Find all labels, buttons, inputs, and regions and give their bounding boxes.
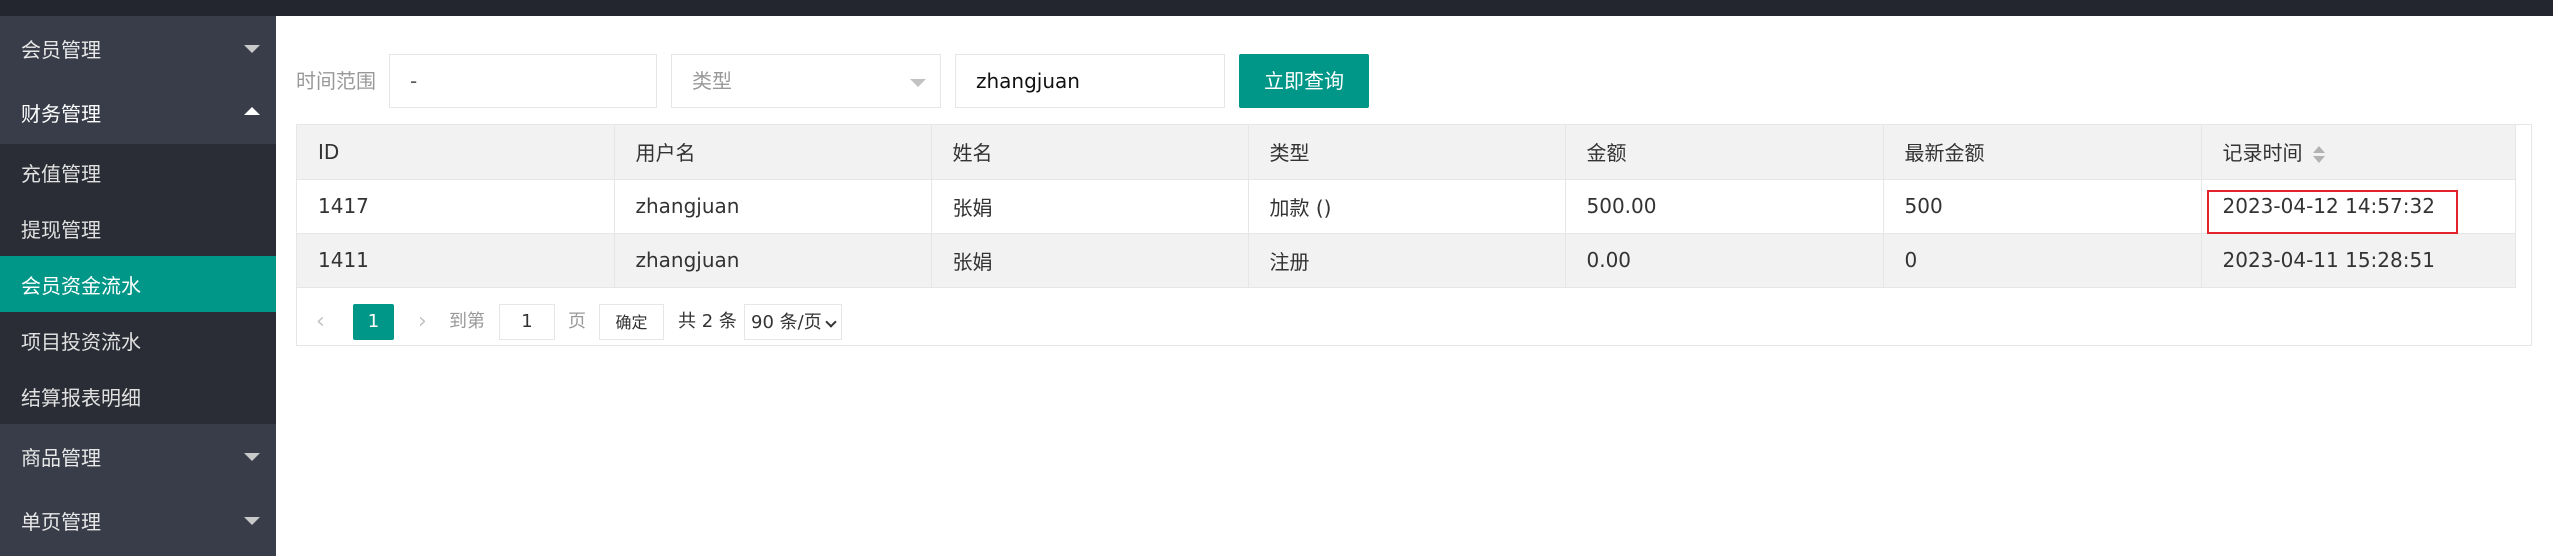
column-header-id: ID — [297, 125, 615, 180]
column-header-label: 记录时间 — [2222, 141, 2303, 166]
cell-name: 张娟 — [931, 179, 1249, 234]
next-page-icon[interactable]: › — [418, 304, 427, 340]
cell-record-time: 2023-04-11 15:28:51 — [2201, 233, 2516, 288]
column-header-username: 用户名 — [614, 125, 932, 180]
page-size-value: 90 条/页 — [751, 312, 822, 333]
top-bar — [0, 0, 2553, 16]
username-search-input[interactable] — [955, 54, 1225, 108]
caret-down-icon — [244, 517, 260, 525]
sidebar-item-member-fund-flow[interactable]: 会员资金流水 — [0, 256, 276, 312]
goto-label: 到第 — [449, 311, 485, 332]
cell-name: 张娟 — [931, 233, 1249, 288]
caret-down-icon — [244, 453, 260, 461]
goto-page-input[interactable] — [499, 304, 555, 340]
prev-page-icon[interactable]: ‹ — [316, 304, 325, 340]
cell-record-time: 2023-04-12 14:57:32 — [2201, 179, 2516, 234]
column-header-type: 类型 — [1248, 125, 1566, 180]
total-count: 共 2 条 — [678, 311, 737, 332]
cell-username: zhangjuan — [614, 233, 932, 288]
type-select[interactable]: 类型 — [671, 54, 941, 108]
sidebar-group-label: 财务管理 — [21, 101, 101, 126]
cell-id: 1417 — [297, 179, 615, 234]
date-range-input[interactable]: - — [389, 54, 657, 108]
cell-latest-amount: 0 — [1883, 233, 2202, 288]
sidebar-item-recharge[interactable]: 充值管理 — [0, 144, 276, 200]
pagination: ‹ 1 › 到第 页 确定 共 2 条 90 条/页 — [296, 294, 2532, 346]
sidebar-item-label: 会员资金流水 — [21, 273, 141, 298]
cell-type: 注册 — [1248, 233, 1566, 288]
sidebar-item-settlement-report[interactable]: 结算报表明细 — [0, 368, 276, 424]
column-header-record-time[interactable]: 记录时间 — [2201, 125, 2516, 180]
page-size-select[interactable]: 90 条/页 — [744, 304, 842, 340]
table-header-row: ID 用户名 姓名 类型 金额 最新金额 记录时间 — [297, 125, 2516, 180]
type-select-placeholder: 类型 — [692, 69, 732, 93]
caret-up-icon — [244, 107, 260, 115]
select-arrow-icon — [910, 79, 926, 87]
column-header-latest-amount: 最新金额 — [1883, 125, 2202, 180]
sort-icon[interactable] — [2312, 145, 2325, 164]
column-header-name: 姓名 — [931, 125, 1249, 180]
sidebar-group-goods[interactable]: 商品管理 — [0, 424, 276, 488]
page-label: 页 — [568, 311, 586, 332]
sidebar-group-label: 商品管理 — [21, 445, 101, 470]
time-range-label: 时间范围 — [296, 69, 376, 93]
query-button[interactable]: 立即查询 — [1239, 54, 1369, 108]
sidebar-group-member[interactable]: 会员管理 — [0, 16, 276, 80]
sidebar-group-label: 会员管理 — [21, 37, 101, 62]
sidebar-item-label: 提现管理 — [21, 217, 101, 242]
column-header-amount: 金额 — [1565, 125, 1884, 180]
cell-username: zhangjuan — [614, 179, 932, 234]
sidebar-item-label: 结算报表明细 — [21, 385, 141, 410]
sidebar-item-label: 项目投资流水 — [21, 329, 141, 354]
cell-amount: 500.00 — [1565, 179, 1884, 234]
cell-id: 1411 — [297, 233, 615, 288]
chevron-down-icon — [825, 316, 837, 328]
sidebar-item-withdraw[interactable]: 提现管理 — [0, 200, 276, 256]
sidebar: 会员管理 财务管理 充值管理 提现管理 会员资金流水 项目投资流水 结算报表明细… — [0, 16, 276, 556]
cell-latest-amount: 500 — [1883, 179, 2202, 234]
caret-down-icon — [244, 45, 260, 53]
finance-submenu: 充值管理 提现管理 会员资金流水 项目投资流水 结算报表明细 — [0, 144, 276, 424]
sidebar-item-project-investment-flow[interactable]: 项目投资流水 — [0, 312, 276, 368]
current-page-button[interactable]: 1 — [353, 304, 394, 340]
main-content: 时间范围 - 类型 立即查询 ID 用户名 姓名 类型 金额 最新金额 — [276, 16, 2553, 556]
sidebar-group-finance[interactable]: 财务管理 — [0, 80, 276, 144]
goto-confirm-button[interactable]: 确定 — [599, 304, 664, 340]
cell-amount: 0.00 — [1565, 233, 1884, 288]
sidebar-group-pages[interactable]: 单页管理 — [0, 488, 276, 552]
table-row[interactable]: 1417 zhangjuan 张娟 加款 () 500.00 500 2023-… — [297, 179, 2516, 234]
table-row[interactable]: 1411 zhangjuan 张娟 注册 0.00 0 2023-04-11 1… — [297, 233, 2516, 288]
sidebar-item-label: 充值管理 — [21, 161, 101, 186]
cell-type: 加款 () — [1248, 179, 1566, 234]
sidebar-group-label: 单页管理 — [21, 509, 101, 534]
